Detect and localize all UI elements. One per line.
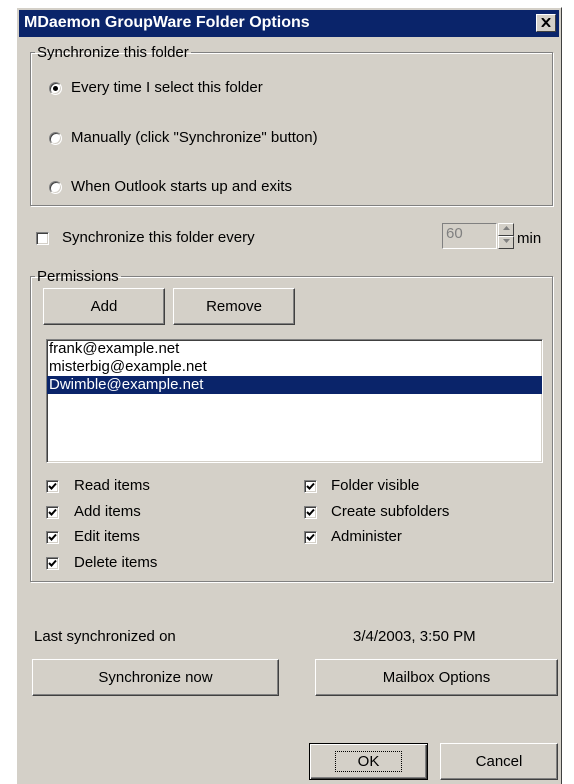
- radio-button[interactable]: [49, 132, 62, 145]
- administer-checkbox[interactable]: [304, 531, 317, 544]
- radio-button[interactable]: [49, 82, 62, 95]
- interval-input[interactable]: 60: [442, 223, 497, 249]
- checkbox-label: Read items: [74, 477, 150, 494]
- list-item[interactable]: frank@example.net: [47, 340, 542, 358]
- checkbox-label: Add items: [74, 503, 141, 520]
- edit-items-checkbox[interactable]: [46, 531, 59, 544]
- checkbox-label: Create subfolders: [331, 503, 450, 520]
- checkmark-icon: [48, 533, 57, 541]
- dialog-title: MDaemon GroupWare Folder Options: [24, 14, 310, 31]
- folder-options-dialog: MDaemon GroupWare Folder Options Synchro…: [16, 7, 562, 784]
- checkbox-label: Administer: [331, 528, 402, 545]
- last-sync-value: 3/4/2003, 3:50 PM: [353, 628, 476, 645]
- title-bar: MDaemon GroupWare Folder Options: [19, 10, 559, 37]
- add-items-checkbox[interactable]: [46, 506, 59, 519]
- close-icon: [541, 18, 551, 27]
- checkbox-label: Delete items: [74, 554, 158, 571]
- folder-visible-checkbox[interactable]: [304, 480, 317, 493]
- last-sync-label: Last synchronized on: [34, 628, 176, 645]
- checkmark-icon: [306, 482, 315, 490]
- cancel-button[interactable]: Cancel: [440, 743, 558, 780]
- interval-unit-label: min: [517, 230, 542, 247]
- close-button[interactable]: [536, 14, 556, 32]
- radio-selected-dot: [53, 86, 58, 91]
- sync-option-label: When Outlook starts up and exits: [71, 178, 292, 195]
- ok-button-label: OK: [334, 751, 403, 772]
- checkmark-icon: [48, 482, 57, 490]
- sync-option-label: Every time I select this folder: [71, 79, 263, 96]
- ok-button[interactable]: OK: [309, 743, 428, 780]
- radio-button[interactable]: [49, 181, 62, 194]
- checkmark-icon: [48, 559, 57, 567]
- read-items-checkbox[interactable]: [46, 480, 59, 493]
- periodic-sync-checkbox[interactable]: [36, 232, 49, 245]
- delete-items-checkbox[interactable]: [46, 557, 59, 570]
- create-subfolders-checkbox[interactable]: [304, 506, 317, 519]
- interval-spin-up[interactable]: [498, 223, 514, 236]
- checkbox-label: Folder visible: [331, 477, 420, 494]
- sync-option-label: Manually (click "Synchronize" button): [71, 129, 318, 146]
- synchronize-now-button[interactable]: Synchronize now: [32, 659, 279, 696]
- permissions-group-label: Permissions: [37, 268, 119, 285]
- checkmark-icon: [306, 508, 315, 516]
- interval-spin-down[interactable]: [498, 236, 514, 249]
- remove-permission-button[interactable]: Remove: [173, 288, 295, 325]
- mailbox-options-button[interactable]: Mailbox Options: [315, 659, 558, 696]
- arrow-up-icon: [503, 226, 510, 230]
- permissions-user-list[interactable]: frank@example.net misterbig@example.net …: [46, 339, 543, 463]
- sync-group-label: Synchronize this folder: [37, 44, 189, 61]
- list-item[interactable]: misterbig@example.net: [47, 358, 542, 376]
- periodic-sync-label: Synchronize this folder every: [62, 229, 255, 246]
- arrow-down-icon: [503, 239, 510, 243]
- checkmark-icon: [306, 533, 315, 541]
- list-item-selected[interactable]: Dwimble@example.net: [47, 376, 542, 394]
- checkbox-label: Edit items: [74, 528, 140, 545]
- add-permission-button[interactable]: Add: [43, 288, 165, 325]
- checkmark-icon: [48, 508, 57, 516]
